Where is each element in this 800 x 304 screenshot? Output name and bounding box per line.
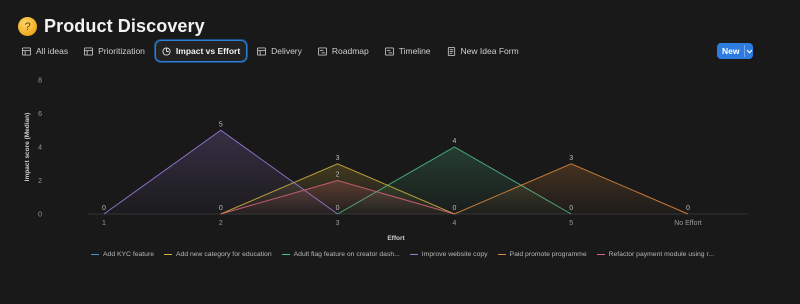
- data-label: 3: [336, 155, 340, 162]
- view-tabs: All ideas Prioritization Impact vs Effor…: [16, 40, 525, 62]
- data-label: 0: [452, 205, 456, 212]
- tab-roadmap[interactable]: Roadmap: [312, 41, 375, 61]
- tab-timeline[interactable]: Timeline: [379, 41, 437, 61]
- tab-label: Impact vs Effort: [175, 46, 241, 56]
- chart-icon: [162, 46, 171, 56]
- legend-label: Add new category for education: [176, 251, 272, 258]
- legend-label: Paid promote programme: [509, 251, 587, 258]
- data-label: 0: [219, 205, 223, 212]
- thinking-face-icon: ?: [18, 17, 37, 36]
- legend-item[interactable]: Refactor payment module using r...: [596, 251, 715, 258]
- legend-item[interactable]: Improve website copy: [409, 251, 488, 258]
- y-axis-label: Impact score (Median): [24, 113, 31, 182]
- table-icon: [22, 46, 31, 56]
- data-label: 4: [452, 138, 456, 145]
- data-label: 5: [219, 121, 223, 128]
- tab-impact-vs-effort[interactable]: Impact vs Effort: [154, 40, 248, 62]
- legend-swatch: [409, 253, 418, 256]
- tab-prioritization[interactable]: Prioritization: [78, 41, 151, 61]
- legend-item[interactable]: Adult flag feature on creator dash...: [281, 251, 400, 258]
- tab-label: Prioritization: [98, 46, 145, 56]
- timeline-icon: [384, 46, 394, 56]
- tab-label: All ideas: [36, 46, 69, 56]
- legend-swatch: [281, 253, 290, 256]
- legend-item[interactable]: Add KYC feature: [91, 251, 154, 258]
- tab-label: New Idea Form: [460, 46, 519, 56]
- page-title: Product Discovery: [44, 16, 205, 36]
- tab-label: Roadmap: [331, 46, 369, 56]
- legend-swatch: [497, 253, 506, 256]
- tab-new-idea-form[interactable]: New Idea Form: [441, 41, 525, 61]
- legend-label: Refactor payment module using r...: [608, 251, 715, 258]
- data-label: 0: [686, 205, 690, 212]
- timeline-icon: [317, 46, 327, 56]
- table-icon: [84, 46, 94, 56]
- legend-item[interactable]: Paid promote programme: [497, 251, 587, 258]
- legend-item[interactable]: Add new category for education: [164, 251, 272, 258]
- data-label: 2: [336, 172, 340, 179]
- tab-label: Delivery: [271, 46, 302, 56]
- x-tick-label: No Effort: [674, 220, 702, 227]
- x-tick-label: 1: [102, 220, 106, 227]
- data-label: 3: [569, 155, 573, 162]
- tab-delivery[interactable]: Delivery: [251, 41, 308, 61]
- legend-label: Adult flag feature on creator dash...: [293, 251, 400, 258]
- impact-effort-chart: 0 2 4 6 8 1 2 3 4 5 No Effort Effort Impact score (M…: [24, 78, 748, 242]
- x-axis-label: Effort: [387, 235, 405, 242]
- legend-swatch: [164, 253, 173, 256]
- x-tick-label: 3: [336, 220, 340, 227]
- y-tick-label: 2: [38, 178, 42, 185]
- tab-label: Timeline: [398, 46, 431, 56]
- form-icon: [447, 46, 455, 56]
- y-tick-label: 0: [38, 212, 42, 219]
- chevron-down-icon[interactable]: [745, 49, 753, 54]
- data-label: 0: [102, 205, 106, 212]
- tab-all-ideas[interactable]: All ideas: [16, 41, 74, 61]
- legend-swatch: [596, 253, 605, 256]
- y-tick-label: 4: [38, 145, 42, 152]
- y-tick-label: 8: [38, 78, 42, 85]
- chart-legend: Add KYC feature Add new category for educ…: [91, 251, 714, 258]
- data-label: 0: [569, 205, 573, 212]
- data-label: 0: [336, 205, 340, 212]
- legend-label: Add KYC feature: [103, 251, 155, 258]
- y-tick-label: 6: [38, 111, 42, 118]
- legend-swatch: [91, 253, 99, 256]
- new-button[interactable]: New: [717, 43, 753, 59]
- legend-label: Improve website copy: [421, 251, 488, 258]
- x-tick-label: 2: [219, 220, 223, 227]
- x-tick-label: 4: [452, 220, 456, 227]
- table-icon: [257, 46, 267, 56]
- new-button-label: New: [722, 46, 740, 56]
- x-tick-label: 5: [569, 220, 573, 227]
- page-header: ? Product Discovery: [18, 16, 205, 37]
